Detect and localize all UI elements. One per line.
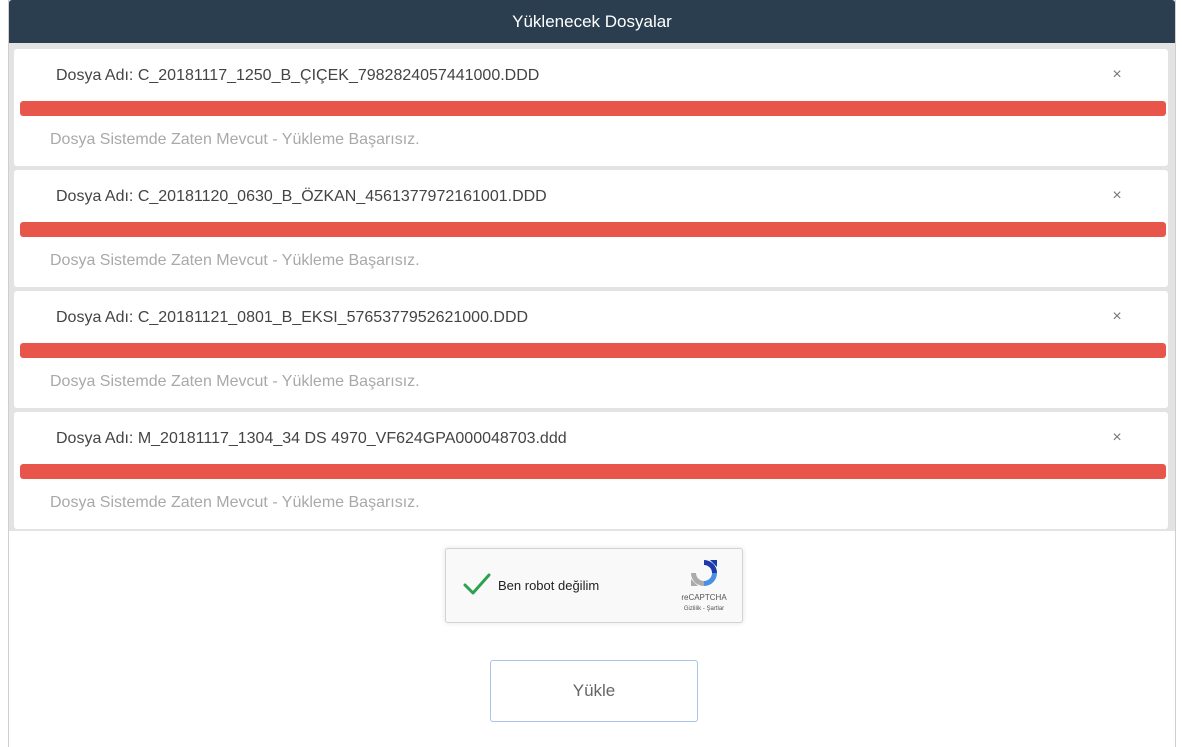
upload-progress-bar [20,222,1166,237]
file-name: Dosya Adı: M_20181117_1304_34 DS 4970_VF… [56,430,567,447]
upload-files-panel: Yüklenecek Dosyalar Dosya Adı: C_2018111… [9,0,1175,531]
checkmark-icon[interactable] [462,569,492,599]
upload-progress-fill [20,343,1166,358]
file-name: Dosya Adı: C_20181117_1250_B_ÇIÇEK_79828… [56,67,540,84]
file-item: Dosya Adı: C_20181117_1250_B_ÇIÇEK_79828… [14,49,1168,166]
file-item: Dosya Adı: C_20181120_0630_B_ÖZKAN_45613… [14,170,1168,287]
upload-progress-fill [20,464,1166,479]
remove-file-button[interactable]: × [1110,188,1124,204]
remove-file-button[interactable]: × [1110,67,1124,83]
upload-progress-bar [20,464,1166,479]
recaptcha-terms-link[interactable]: Gizlilik - Şartlar [672,606,736,612]
upload-button[interactable]: Yükle [490,660,698,722]
upload-progress-fill [20,222,1166,237]
remove-file-button[interactable]: × [1110,309,1124,325]
upload-status: Dosya Sistemde Zaten Mevcut - Yükleme Ba… [50,131,420,148]
upload-progress-bar [20,343,1166,358]
file-item: Dosya Adı: M_20181117_1304_34 DS 4970_VF… [14,412,1168,529]
recaptcha-logo-icon [691,560,717,586]
file-name: Dosya Adı: C_20181120_0630_B_ÖZKAN_45613… [56,188,547,205]
recaptcha-label: Ben robot değilim [498,578,600,593]
file-name: Dosya Adı: C_20181121_0801_B_EKSI_576537… [56,309,529,326]
remove-file-button[interactable]: × [1110,430,1124,446]
file-item: Dosya Adı: C_20181121_0801_B_EKSI_576537… [14,291,1168,408]
upload-progress-bar [20,101,1166,116]
upload-progress-fill [20,101,1166,116]
upload-status: Dosya Sistemde Zaten Mevcut - Yükleme Ba… [50,494,420,511]
upload-status: Dosya Sistemde Zaten Mevcut - Yükleme Ba… [50,373,420,390]
panel-title: Yüklenecek Dosyalar [9,0,1175,43]
recaptcha-brand: reCAPTCHA [681,593,727,602]
recaptcha-widget: Ben robot değilim reCAPTCHA Gizlilik - Ş… [445,548,743,623]
left-border [0,0,9,747]
right-border [1175,0,1182,747]
upload-status: Dosya Sistemde Zaten Mevcut - Yükleme Ba… [50,252,420,269]
